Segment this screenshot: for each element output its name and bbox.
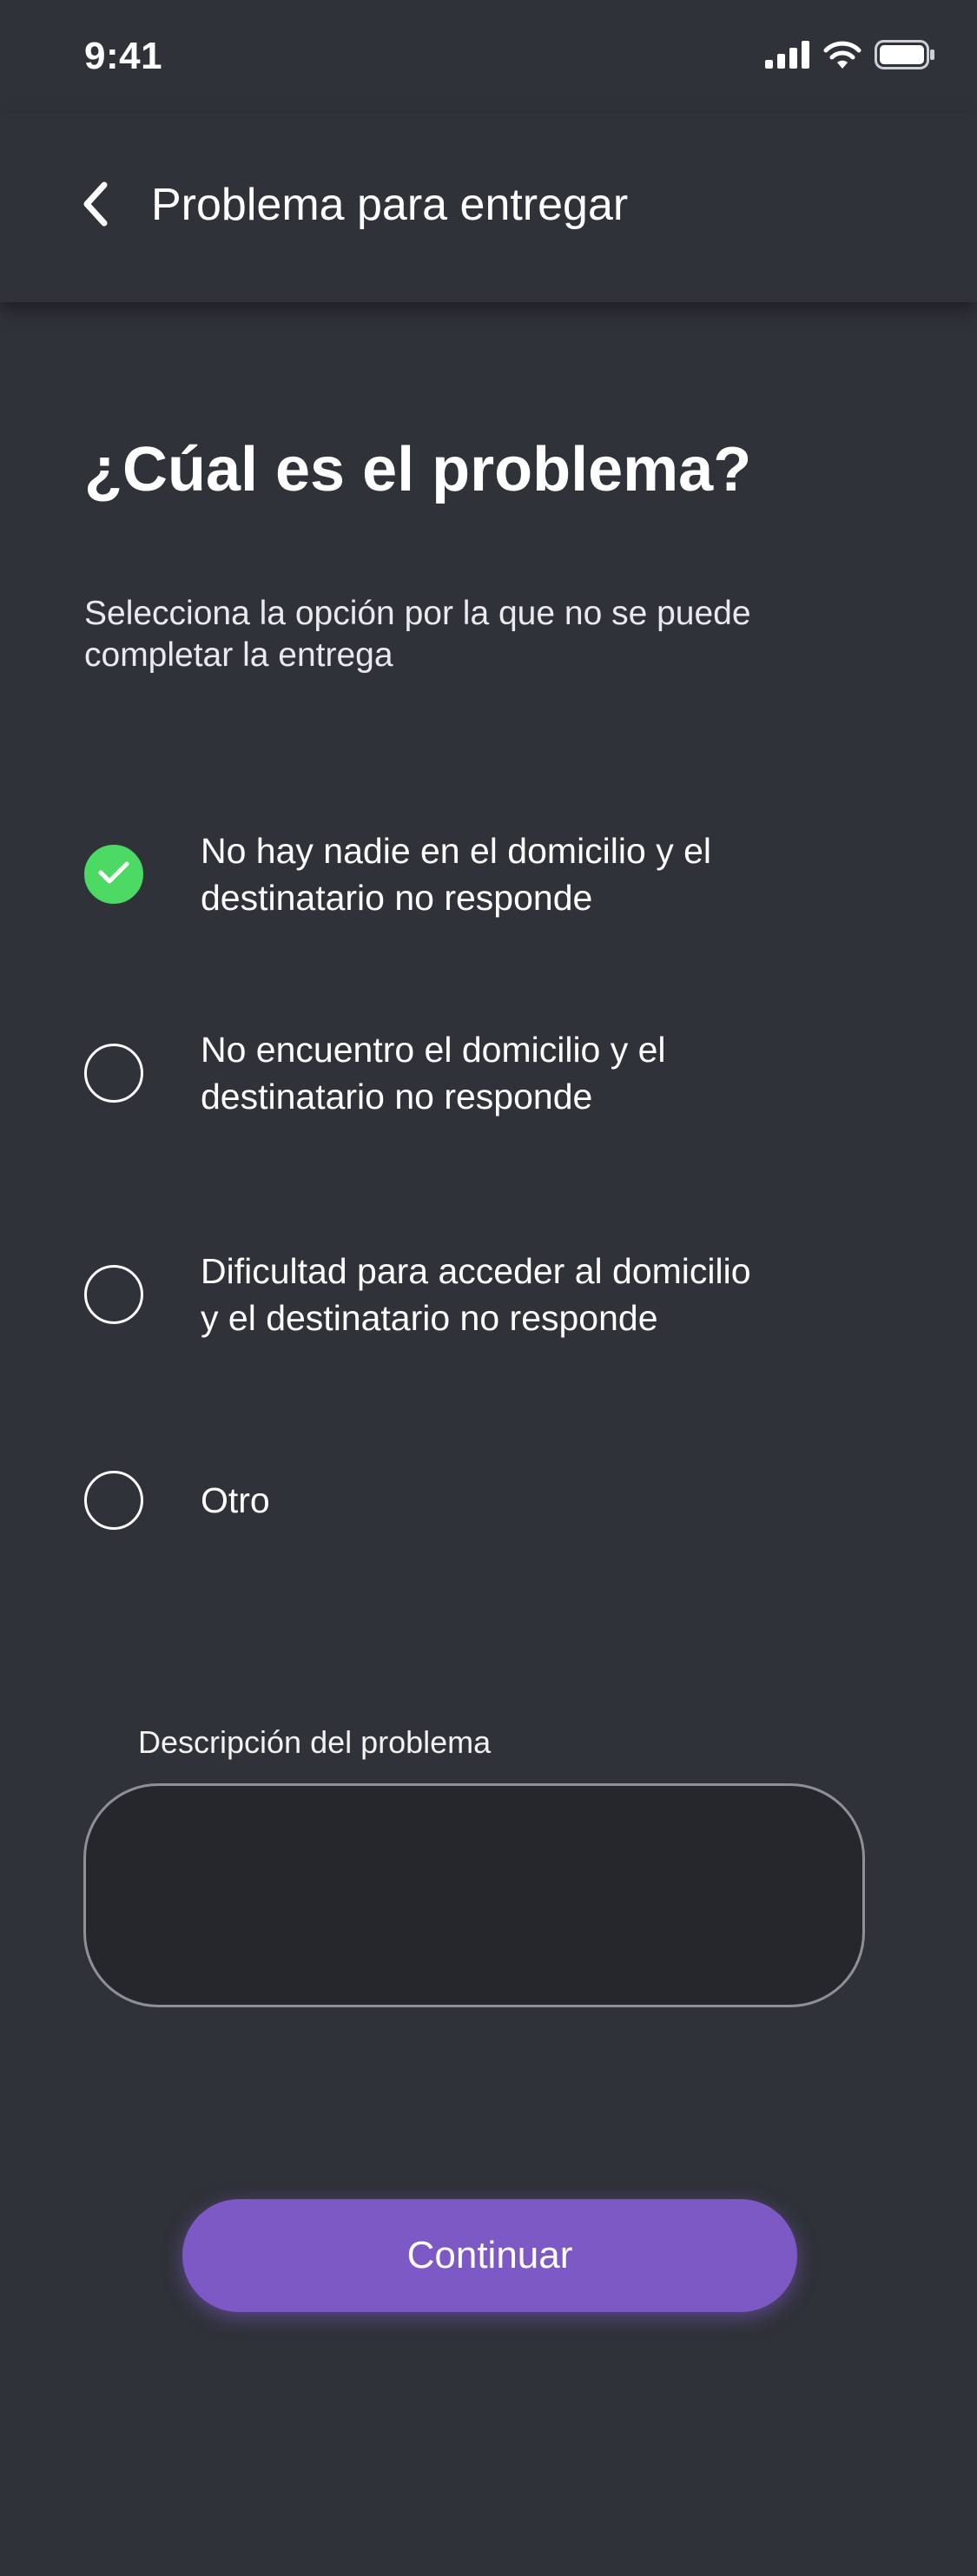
option-address-not-found[interactable]: No encuentro el domicilio y el destinata… <box>84 1026 866 1120</box>
option-label: Dificultad para acceder al domicilio y e… <box>201 1250 751 1338</box>
status-time: 9:41 <box>84 35 163 77</box>
description-field[interactable] <box>83 1783 865 2007</box>
status-bar: 9:41 <box>0 0 977 113</box>
page-heading: ¿Cúal es el problema? <box>84 435 752 504</box>
option-label: No encuentro el domicilio y el destinata… <box>201 1030 666 1117</box>
page-subtitle: Selecciona la opción por la que no se pu… <box>84 595 751 674</box>
description-label: Descripción del problema <box>138 1724 492 1760</box>
radio-unselected[interactable] <box>84 1264 143 1324</box>
battery-icon <box>875 40 935 74</box>
app-header: Problema para entregar <box>0 113 977 302</box>
radio-unselected[interactable] <box>84 1471 143 1530</box>
wifi-icon <box>822 40 862 74</box>
continue-button[interactable]: Continuar <box>182 2199 797 2312</box>
cellular-signal-icon <box>765 41 810 73</box>
header-title: Problema para entregar <box>151 180 629 230</box>
radio-unselected[interactable] <box>84 1044 143 1103</box>
radio-selected[interactable] <box>84 845 143 904</box>
option-access-difficulty[interactable]: Dificultad para acceder al domicilio y e… <box>84 1222 866 1366</box>
back-button[interactable] <box>69 175 122 236</box>
option-no-one-home[interactable]: No hay nadie en el domicilio y el destin… <box>84 827 866 921</box>
option-other[interactable]: Otro <box>84 1471 866 1530</box>
status-icons <box>765 40 935 74</box>
checkmark-icon <box>98 860 129 889</box>
option-label: Otro <box>201 1480 270 1520</box>
option-label: No hay nadie en el domicilio y el destin… <box>201 831 711 918</box>
chevron-left-icon <box>81 181 110 232</box>
